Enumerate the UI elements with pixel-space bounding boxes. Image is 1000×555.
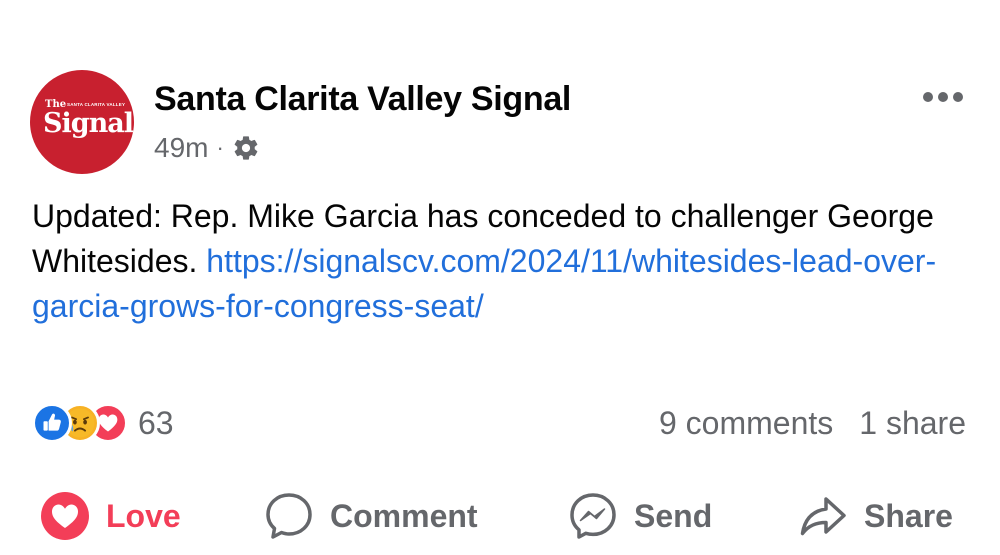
post-timestamp[interactable]: 49m: [154, 132, 208, 164]
post-text: Updated: Rep. Mike Garcia has conceded t…: [32, 194, 982, 329]
share-label: Share: [864, 497, 953, 534]
logo-scv-text: SANTA CLARITA VALLEY: [67, 102, 126, 107]
meta-separator: ·: [216, 135, 224, 160]
logo-signal-text: Signal: [43, 108, 134, 139]
comment-icon: [266, 493, 312, 539]
reaction-summary[interactable]: 63: [32, 400, 174, 446]
engagement-stats: 9 comments 1 share: [659, 400, 966, 446]
send-button[interactable]: Send: [568, 488, 712, 544]
love-icon: [41, 492, 89, 540]
comments-count[interactable]: 9 comments: [659, 405, 833, 442]
gear-icon[interactable]: [232, 134, 260, 162]
comment-button[interactable]: Comment: [264, 488, 478, 544]
comment-label: Comment: [330, 497, 478, 534]
love-button[interactable]: Love: [40, 488, 181, 544]
share-button[interactable]: Share: [798, 488, 953, 544]
post-meta: 49m ·: [154, 130, 260, 166]
more-options-icon[interactable]: [918, 80, 968, 114]
page-name[interactable]: Santa Clarita Valley Signal: [154, 80, 571, 119]
reaction-count: 63: [138, 404, 174, 441]
shares-count[interactable]: 1 share: [859, 405, 966, 442]
share-icon: [800, 497, 846, 536]
action-bar: Love Comment Send Share: [0, 488, 1000, 544]
love-label: Love: [106, 497, 181, 534]
page-avatar[interactable]: The SANTA CLARITA VALLEY Signal: [30, 70, 134, 174]
like-reaction-icon: [32, 403, 72, 443]
send-label: Send: [634, 497, 713, 534]
messenger-icon: [570, 493, 616, 539]
